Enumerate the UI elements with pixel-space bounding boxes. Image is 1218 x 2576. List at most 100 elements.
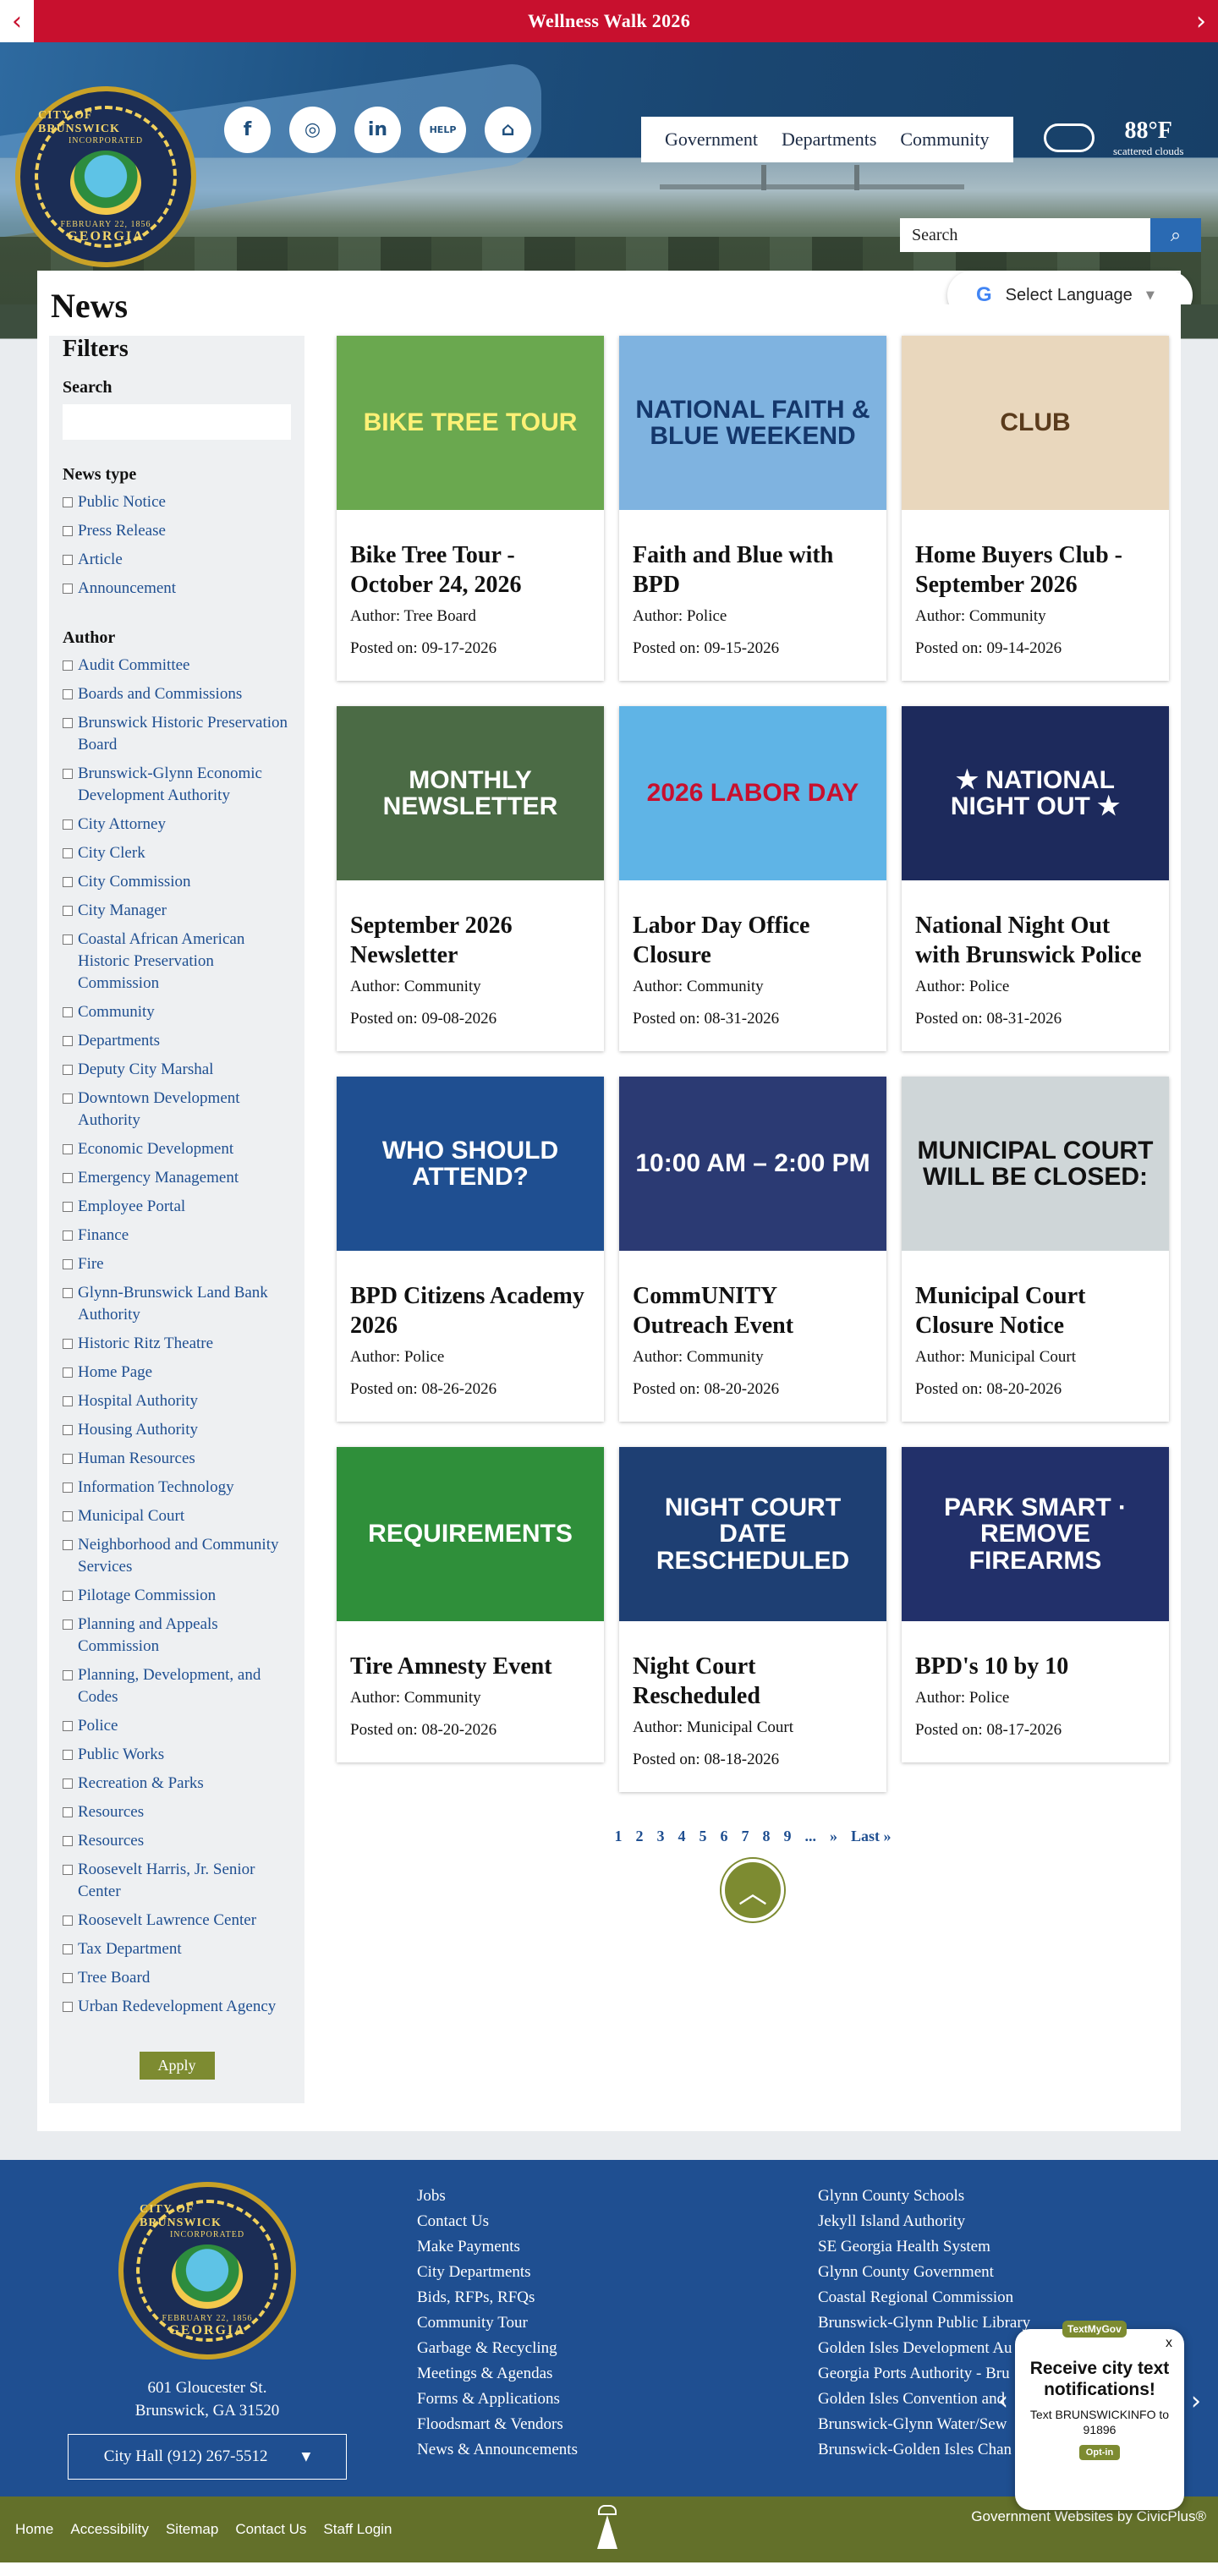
checkbox[interactable] [63,718,73,728]
footer-link-meetings-agendas[interactable]: Meetings & Agendas [417,2361,578,2387]
chevron-right-icon[interactable]: › [1184,0,1218,42]
news-card[interactable]: WHO SHOULD ATTEND? BPD Citizens Academy 2… [337,1077,604,1422]
news-title[interactable]: Faith and Blue with BPD [633,540,873,600]
author-city-manager[interactable]: City Manager [63,900,291,922]
checkbox[interactable] [63,584,73,594]
checkbox[interactable] [63,1093,73,1104]
footer-link-golden-isles-development-au[interactable]: Golden Isles Development Au [818,2336,1030,2361]
phone-dropdown[interactable]: City Hall (912) 267-5512 ▼ [68,2434,347,2480]
news-thumbnail[interactable]: ★ NATIONAL NIGHT OUT ★ [902,706,1169,880]
close-icon[interactable]: x [1166,2336,1172,2351]
author-tax-department[interactable]: Tax Department [63,1938,291,1960]
author-economic-development[interactable]: Economic Development [63,1138,291,1160]
checkbox[interactable] [63,1836,73,1846]
news-thumbnail[interactable]: MONTHLY NEWSLETTER [337,706,604,880]
checkbox[interactable] [63,819,73,830]
footer-link-contact-us[interactable]: Contact Us [417,2209,578,2234]
author-housing-authority[interactable]: Housing Authority [63,1419,291,1441]
news-thumbnail[interactable]: CLUB [902,336,1169,510]
author-roosevelt-lawrence-center[interactable]: Roosevelt Lawrence Center [63,1910,291,1932]
footer-link-glynn-county-government[interactable]: Glynn County Government [818,2260,1030,2285]
checkbox[interactable] [63,1454,73,1464]
language-selector[interactable]: G Select Language ▼ [947,271,1193,304]
author-roosevelt-harris-jr-senior-center[interactable]: Roosevelt Harris, Jr. Senior Center [63,1859,291,1903]
author-departments[interactable]: Departments [63,1030,291,1052]
search-input[interactable] [900,218,1150,252]
news-card[interactable]: MUNICIPAL COURT WILL BE CLOSED: Municipal… [902,1077,1169,1422]
checkbox[interactable] [63,1144,73,1154]
news-card[interactable]: CLUB Home Buyers Club - September 2026 Aut… [902,336,1169,681]
footer-link-jekyll-island-authority[interactable]: Jekyll Island Authority [818,2209,1030,2234]
checkbox[interactable] [63,1425,73,1435]
checkbox[interactable] [63,1007,73,1017]
checkbox[interactable] [63,1259,73,1269]
author-brunswick-glynn-economic-development-authority[interactable]: Brunswick-Glynn Economic Development Aut… [63,763,291,807]
author-community[interactable]: Community [63,1001,291,1023]
author-glynn-brunswick-land-bank-authority[interactable]: Glynn-Brunswick Land Bank Authority [63,1282,291,1326]
news-card[interactable]: MONTHLY NEWSLETTER September 2026 Newslet… [337,706,604,1051]
checkbox[interactable] [63,1807,73,1817]
page-link[interactable]: 1 [614,1828,622,1845]
news-thumbnail[interactable]: MUNICIPAL COURT WILL BE CLOSED: [902,1077,1169,1251]
news-title[interactable]: Labor Day Office Closure [633,911,873,970]
checkbox[interactable] [63,906,73,916]
checkbox[interactable] [63,877,73,887]
author-brunswick-historic-preservation-board[interactable]: Brunswick Historic Preservation Board [63,712,291,756]
author-audit-committee[interactable]: Audit Committee [63,655,291,677]
news-type-article[interactable]: Article [63,549,291,571]
news-card[interactable]: BIKE TREE TOUR Bike Tree Tour - October 2… [337,336,604,681]
bottom-link-home[interactable]: Home [15,2521,53,2538]
page-link[interactable]: 2 [635,1828,643,1845]
author-urban-redevelopment-agency[interactable]: Urban Redevelopment Agency [63,1996,291,2018]
bottom-link-contact-us[interactable]: Contact Us [235,2521,306,2538]
checkbox[interactable] [63,1065,73,1075]
news-thumbnail[interactable]: NATIONAL FAITH & BLUE WEEKEND [619,336,886,510]
footer-seal-logo[interactable]: CITY OF BRUNSWICK INCORPORATED FEBRUARY … [118,2182,296,2360]
author-planning-development-and-codes[interactable]: Planning, Development, and Codes [63,1664,291,1708]
checkbox[interactable] [63,1591,73,1601]
city-seal-logo[interactable]: CITY OF BRUNSWICK INCORPORATED FEBRUARY … [15,86,196,267]
checkbox[interactable] [63,1973,73,1983]
civicplus-credit[interactable]: Government Websites by CivicPlus® [971,2508,1206,2525]
checkbox[interactable] [63,848,73,858]
footer-link-brunswick-golden-isles-chan[interactable]: Brunswick-Golden Isles Chan [818,2437,1030,2463]
news-title[interactable]: BPD's 10 by 10 [915,1652,1155,1681]
author-information-technology[interactable]: Information Technology [63,1477,291,1499]
help-icon[interactable]: HELP [420,107,466,153]
checkbox[interactable] [63,1288,73,1298]
checkbox[interactable] [63,660,73,671]
author-home-page[interactable]: Home Page [63,1362,291,1384]
news-title[interactable]: Home Buyers Club - September 2026 [915,540,1155,600]
page-link[interactable]: 6 [720,1828,727,1845]
checkbox[interactable] [63,1916,73,1926]
nav-community[interactable]: Community [888,129,1001,151]
news-card[interactable]: ★ NATIONAL NIGHT OUT ★ National Night Out… [902,706,1169,1051]
news-thumbnail[interactable]: WHO SHOULD ATTEND? [337,1077,604,1251]
news-card[interactable]: PARK SMART · REMOVE FIREARMS BPD's 10 by … [902,1447,1169,1762]
page-link[interactable]: 7 [741,1828,749,1845]
checkbox[interactable] [63,1620,73,1630]
author-human-resources[interactable]: Human Resources [63,1448,291,1470]
author-city-commission[interactable]: City Commission [63,871,291,893]
checkbox[interactable] [63,1750,73,1760]
news-card[interactable]: NIGHT COURT DATE RESCHEDULED Night Court … [619,1447,886,1792]
news-card[interactable]: NATIONAL FAITH & BLUE WEEKEND Faith and B… [619,336,886,681]
author-municipal-court[interactable]: Municipal Court [63,1505,291,1527]
author-historic-ritz-theatre[interactable]: Historic Ritz Theatre [63,1333,291,1355]
author-resources[interactable]: Resources [63,1830,291,1852]
page-link[interactable]: 8 [762,1828,770,1845]
bottom-link-sitemap[interactable]: Sitemap [166,2521,218,2538]
page-link[interactable]: 5 [699,1828,706,1845]
chevron-left-icon[interactable]: ‹ [998,2387,1008,2416]
news-thumbnail[interactable]: NIGHT COURT DATE RESCHEDULED [619,1447,886,1621]
news-thumbnail[interactable]: BIKE TREE TOUR [337,336,604,510]
news-type-press-release[interactable]: Press Release [63,520,291,542]
news-type-public-notice[interactable]: Public Notice [63,491,291,513]
author-public-works[interactable]: Public Works [63,1744,291,1766]
author-boards-and-commissions[interactable]: Boards and Commissions [63,683,291,705]
news-card[interactable]: 10:00 AM – 2:00 PM CommUNITY Outreach Eve… [619,1077,886,1422]
checkbox[interactable] [63,1367,73,1378]
author-police[interactable]: Police [63,1715,291,1737]
checkbox[interactable] [63,1670,73,1680]
news-card[interactable]: 2026 LABOR DAY Labor Day Office Closure Au… [619,706,886,1051]
